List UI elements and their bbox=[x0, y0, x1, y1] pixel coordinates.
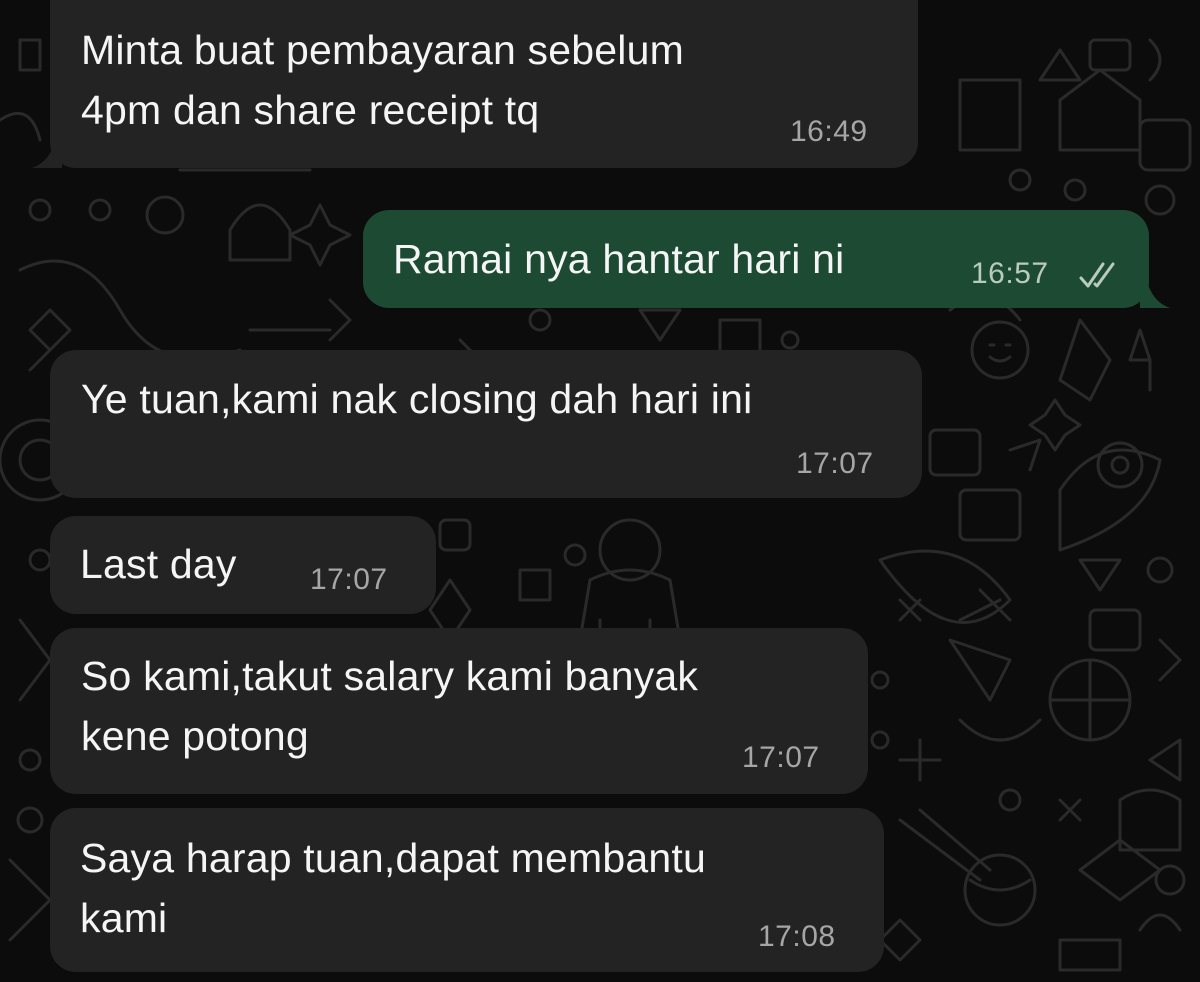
message-text: Ramai nya hantar hari ni bbox=[393, 236, 845, 282]
message-text: So kami,takut salary kami banyak kene po… bbox=[81, 653, 699, 759]
incoming-message-bubble[interactable]: Saya harap tuan,dapat membantu kami 17:0… bbox=[50, 808, 884, 972]
incoming-message-bubble[interactable]: Minta buat pembayaran sebelum 4pm dan sh… bbox=[50, 0, 918, 168]
message-timestamp: 16:57 bbox=[971, 257, 1049, 290]
message-timestamp: 16:49 bbox=[790, 115, 868, 148]
incoming-bubble-tail bbox=[32, 138, 62, 168]
message-text: Saya harap tuan,dapat membantu kami bbox=[80, 835, 706, 941]
incoming-message-bubble[interactable]: So kami,takut salary kami banyak kene po… bbox=[50, 628, 868, 794]
message-timestamp: 17:07 bbox=[796, 447, 874, 480]
incoming-message-bubble[interactable]: Ye tuan,kami nak closing dah hari ini 17… bbox=[50, 350, 922, 498]
message-text: Ye tuan,kami nak closing dah hari ini bbox=[81, 376, 753, 422]
chat-area[interactable]: Minta buat pembayaran sebelum 4pm dan sh… bbox=[0, 0, 1200, 982]
message-text: Last day bbox=[80, 541, 237, 587]
message-text: Minta buat pembayaran sebelum 4pm dan sh… bbox=[81, 27, 684, 133]
message-timestamp: 17:07 bbox=[742, 741, 820, 774]
incoming-message-bubble[interactable]: Last day 17:07 bbox=[50, 516, 436, 614]
outgoing-message-bubble[interactable]: Ramai nya hantar hari ni 16:57 bbox=[363, 210, 1149, 308]
message-timestamp: 17:07 bbox=[310, 563, 388, 596]
message-timestamp: 17:08 bbox=[758, 920, 836, 953]
double-check-icon bbox=[1079, 262, 1115, 288]
outgoing-bubble-tail bbox=[1140, 278, 1170, 308]
